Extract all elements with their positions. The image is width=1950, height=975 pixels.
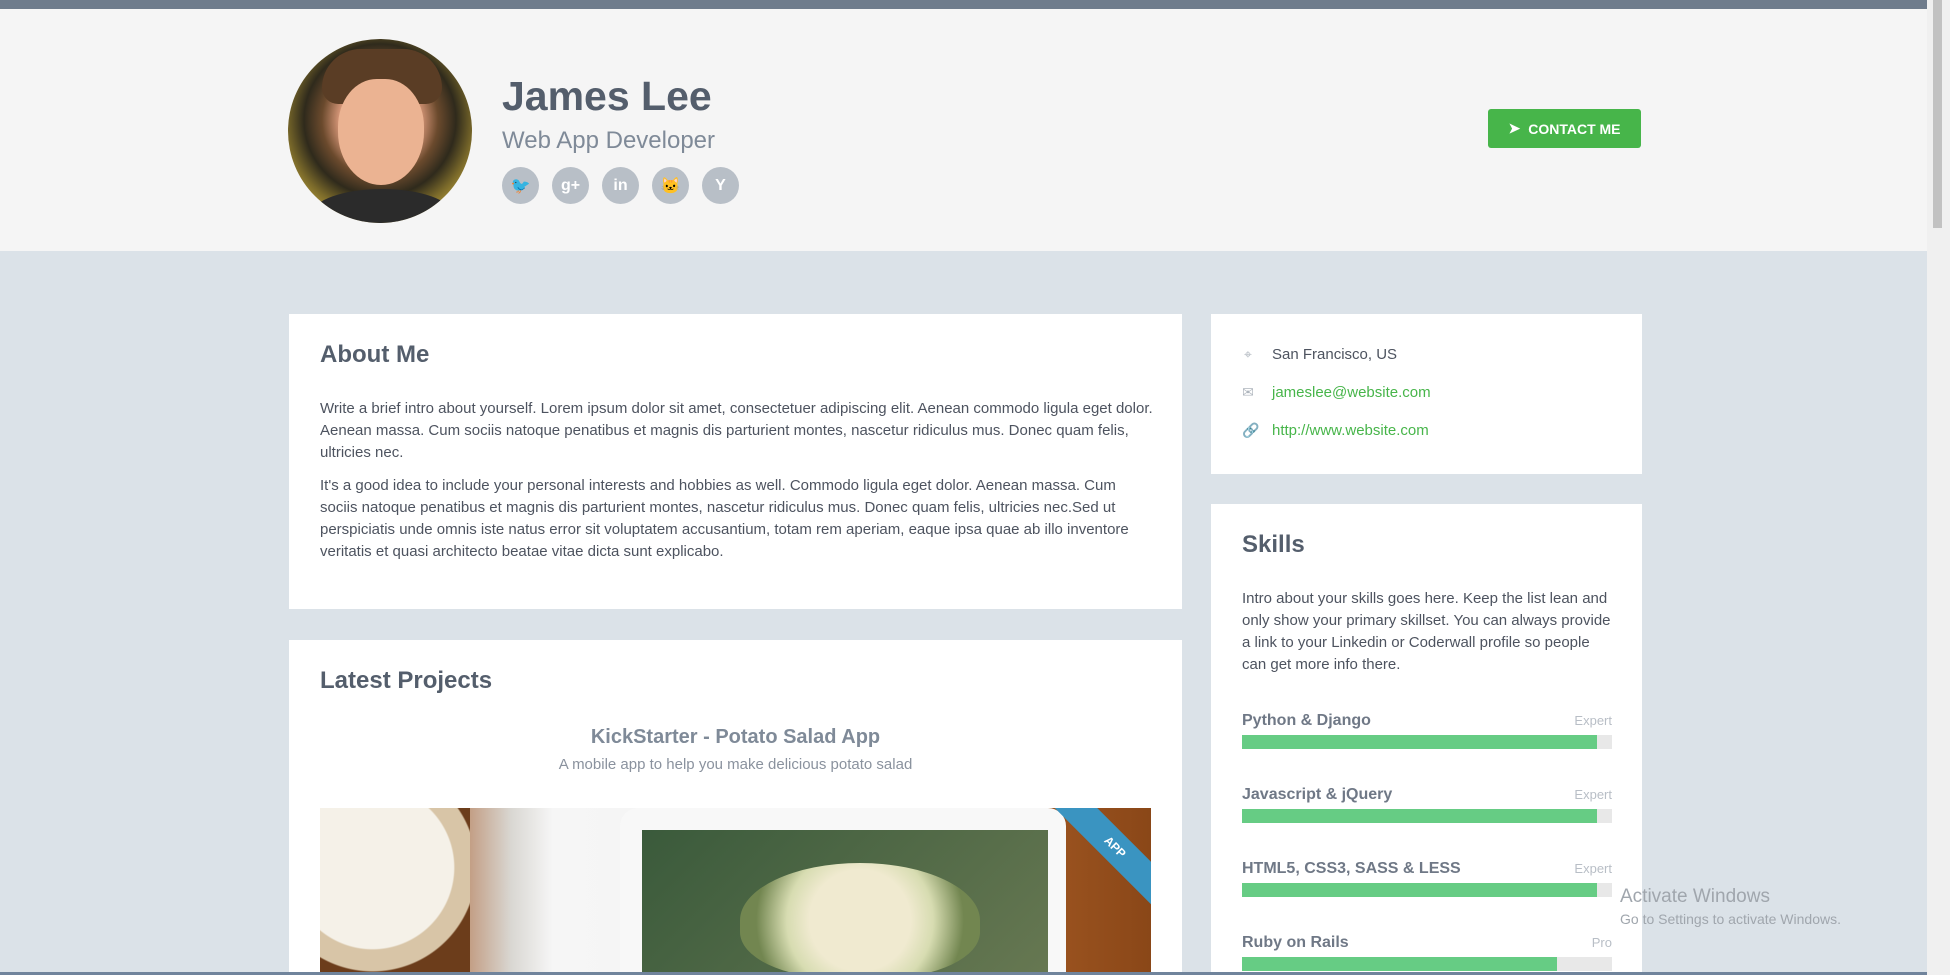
profile-avatar	[288, 39, 472, 223]
skill-javascript-jquery: Javascript & jQuery Expert	[1242, 786, 1612, 823]
email-row: ✉ jameslee@website.com	[1242, 384, 1431, 401]
skill-progress-bar	[1242, 883, 1612, 897]
project-category-ribbon: APP	[1054, 808, 1151, 908]
skill-name: Python & Django	[1242, 712, 1371, 729]
skill-name: Javascript & jQuery	[1242, 786, 1393, 803]
github-icon[interactable]: 🐱	[652, 167, 689, 204]
link-icon: 🔗	[1242, 422, 1260, 438]
contact-info-card: ⌖ San Francisco, US ✉ jameslee@website.c…	[1211, 314, 1642, 474]
profile-name: James Lee	[502, 73, 712, 119]
about-paragraph-1: Write a brief intro about yourself. Lore…	[320, 400, 1153, 461]
skill-python-django: Python & Django Expert	[1242, 712, 1612, 749]
project-subtitle: A mobile app to help you make delicious …	[558, 756, 913, 773]
avatar-shirt	[312, 189, 452, 223]
skill-level: Expert	[1574, 787, 1612, 802]
about-title: About Me	[320, 341, 430, 368]
avatar-face	[338, 79, 424, 185]
skill-progress-fill	[1242, 957, 1557, 971]
skill-progress-bar	[1242, 957, 1612, 971]
linkedin-icon[interactable]: in	[602, 167, 639, 204]
skill-progress-fill	[1242, 809, 1598, 823]
location-text: San Francisco, US	[1272, 346, 1398, 363]
sandwich-plate-image	[320, 808, 470, 975]
skills-section: Skills Intro about your skills goes here…	[1211, 504, 1642, 975]
skill-level: Pro	[1591, 935, 1612, 950]
skill-progress-fill	[1242, 883, 1598, 897]
project-title[interactable]: KickStarter - Potato Salad App	[289, 726, 1182, 749]
google-plus-icon[interactable]: g+	[552, 167, 589, 204]
about-paragraph-2: It's a good idea to include your persona…	[320, 477, 1129, 560]
skill-ruby-rails: Ruby on Rails Pro	[1242, 934, 1612, 971]
skills-intro: Intro about your skills goes here. Keep …	[1242, 590, 1611, 673]
hacker-news-icon[interactable]: Y	[702, 167, 739, 204]
website-link[interactable]: http://www.website.com	[1272, 422, 1429, 439]
project-image[interactable]: APP	[320, 808, 1151, 975]
skill-html-css: HTML5, CSS3, SASS & LESS Expert	[1242, 860, 1612, 897]
skill-progress-fill	[1242, 735, 1598, 749]
watermark-subtitle: Go to Settings to activate Windows.	[1620, 911, 1841, 927]
location-row: ⌖ San Francisco, US	[1242, 346, 1397, 363]
skill-name: HTML5, CSS3, SASS & LESS	[1242, 860, 1461, 877]
skill-level: Expert	[1574, 713, 1612, 728]
vertical-scrollbar[interactable]	[1927, 0, 1950, 975]
map-marker-icon: ⌖	[1244, 346, 1252, 362]
projects-section: Latest Projects KickStarter - Potato Sal…	[289, 640, 1182, 975]
skill-progress-bar	[1242, 809, 1612, 823]
projects-title: Latest Projects	[320, 667, 493, 694]
top-accent-bar	[0, 0, 1927, 9]
skills-title: Skills	[1242, 531, 1305, 558]
skill-level: Expert	[1574, 861, 1612, 876]
envelope-icon: ✉	[1242, 384, 1254, 400]
paper-plane-icon: ➤	[1508, 120, 1521, 136]
email-link[interactable]: jameslee@website.com	[1272, 384, 1431, 401]
potato-salad-image	[740, 863, 980, 975]
watermark-title: Activate Windows	[1620, 886, 1770, 907]
skill-name: Ruby on Rails	[1242, 934, 1349, 951]
contact-button-label: CONTACT ME	[1528, 120, 1621, 137]
profile-header: James Lee Web App Developer 🐦 g+ in 🐱 Y …	[0, 9, 1927, 251]
scrollbar-thumb[interactable]	[1933, 0, 1942, 228]
windows-activation-watermark: Activate Windows Go to Settings to activ…	[1620, 886, 1841, 927]
skill-progress-bar	[1242, 735, 1612, 749]
profile-role: Web App Developer	[502, 127, 716, 154]
about-section: About Me Write a brief intro about yours…	[289, 314, 1182, 609]
contact-me-button[interactable]: ➤ CONTACT ME	[1488, 109, 1641, 148]
social-links: 🐦 g+ in 🐱 Y	[502, 167, 739, 204]
twitter-icon[interactable]: 🐦	[502, 167, 539, 204]
website-row: 🔗 http://www.website.com	[1242, 422, 1429, 439]
